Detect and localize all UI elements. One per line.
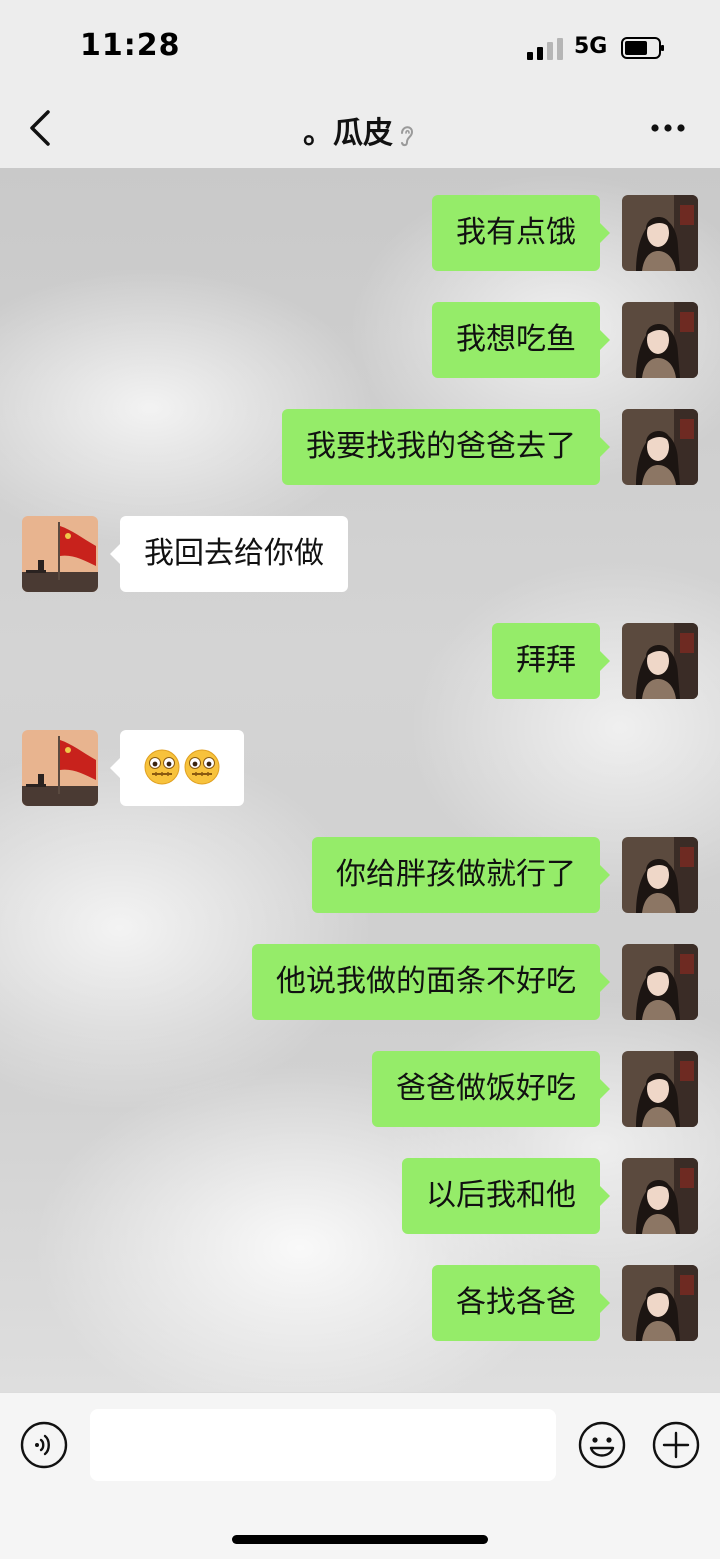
message-row: 他说我做的面条不好吃 [0, 944, 720, 1020]
message-bubble[interactable]: 我想吃鱼 [432, 302, 610, 378]
message-row: 各找各爸 [0, 1265, 720, 1341]
message-bubble[interactable]: 我要找我的爸爸去了 [282, 409, 610, 485]
message-bubble[interactable]: 拜拜 [492, 623, 610, 699]
network-label: 5G [574, 34, 608, 59]
status-time: 11:28 [80, 28, 181, 63]
chat-title-wrap: 。瓜皮 [0, 108, 720, 152]
message-bubble[interactable]: 各找各爸 [432, 1265, 610, 1341]
message-row: 爸爸做饭好吃 [0, 1051, 720, 1127]
chat-title[interactable]: 。瓜皮 [303, 116, 393, 151]
zipper-mouth-face-emoji [144, 749, 180, 784]
message-row: 我想吃鱼 [0, 302, 720, 378]
emoji-message-bubble[interactable] [110, 730, 244, 806]
voice-icon[interactable] [20, 1421, 68, 1469]
message-row: 以后我和他 [0, 1158, 720, 1234]
my-avatar[interactable] [622, 944, 698, 1020]
my-avatar[interactable] [622, 1265, 698, 1341]
battery-icon [621, 37, 664, 59]
plus-icon[interactable] [651, 1420, 701, 1470]
my-avatar[interactable] [622, 302, 698, 378]
my-avatar[interactable] [622, 409, 698, 485]
chat-header: 。瓜皮 [0, 90, 720, 169]
message-row: 你给胖孩做就行了 [0, 837, 720, 913]
message-row [0, 730, 720, 806]
message-bubble[interactable]: 你给胖孩做就行了 [312, 837, 610, 913]
my-avatar[interactable] [622, 623, 698, 699]
zipper-mouth-face-emoji [184, 749, 220, 784]
message-bubble[interactable]: 我有点饿 [432, 195, 610, 271]
signal-icon [527, 38, 563, 60]
my-avatar[interactable] [622, 1051, 698, 1127]
friend-avatar[interactable] [22, 516, 98, 592]
chat-area[interactable]: 我有点饿 我想吃鱼 我要找我的爸爸去了 我回去给你做 拜拜 你给胖孩做就行了 他… [0, 168, 720, 1392]
home-indicator [232, 1535, 488, 1544]
message-row: 我要找我的爸爸去了 [0, 409, 720, 485]
my-avatar[interactable] [622, 837, 698, 913]
friend-avatar[interactable] [22, 730, 98, 806]
smiley-icon[interactable] [577, 1420, 627, 1470]
more-dots-icon[interactable] [650, 123, 686, 133]
message-row: 我有点饿 [0, 195, 720, 271]
message-bubble[interactable]: 他说我做的面条不好吃 [252, 944, 610, 1020]
message-row: 拜拜 [0, 623, 720, 699]
message-bubble[interactable]: 以后我和他 [402, 1158, 610, 1234]
message-bubble[interactable]: 爸爸做饭好吃 [372, 1051, 610, 1127]
message-input[interactable] [90, 1409, 556, 1481]
message-row: 我回去给你做 [0, 516, 720, 592]
status-bar: 11:28 5G [0, 0, 720, 90]
input-bar [0, 1392, 720, 1559]
ear-icon [401, 125, 414, 146]
message-bubble[interactable]: 我回去给你做 [110, 516, 348, 592]
my-avatar[interactable] [622, 1158, 698, 1234]
my-avatar[interactable] [622, 195, 698, 271]
